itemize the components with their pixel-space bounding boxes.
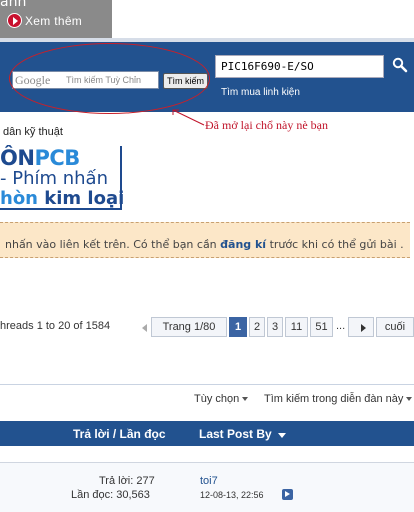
last-post-date: 12-08-13, 22:56 [200, 490, 264, 500]
ad-line-1: ÔNPCB [0, 146, 80, 170]
page-link-3[interactable]: 3 [267, 317, 283, 337]
register-link[interactable]: đăng kí [220, 238, 266, 251]
toolbar-divider [0, 384, 414, 385]
next-page-icon [361, 324, 366, 332]
go-to-last-post-icon[interactable] [282, 489, 293, 500]
chevron-down-icon [242, 397, 249, 402]
last-page-link[interactable]: cuối [376, 317, 414, 337]
part-search-input[interactable]: PIC16F690-E/SO [215, 55, 384, 78]
column-last-post[interactable]: Last Post By [199, 427, 272, 441]
ad-line-3: hòn kim loại [0, 188, 125, 209]
page-link-51[interactable]: 51 [310, 317, 333, 337]
sort-desc-icon[interactable] [278, 433, 286, 438]
page-link-1[interactable]: 1 [229, 317, 247, 337]
options-menu[interactable]: Tùy chọn [194, 393, 249, 405]
table-row [0, 463, 414, 512]
search-icon[interactable] [392, 57, 408, 73]
page-link-11[interactable]: 11 [285, 317, 308, 337]
banner-blank-area [112, 0, 414, 38]
ad-line-2: - Phím nhấn [0, 168, 108, 189]
xem-them-link[interactable]: Xem thêm [25, 14, 82, 28]
thread-count: hreads 1 to 20 of 1584 [0, 320, 111, 332]
page-of-label[interactable]: Trang 1/80 [151, 317, 227, 337]
last-poster-link[interactable]: toi7 [200, 475, 218, 487]
forum-subtitle: dân kỹ thuật [3, 126, 63, 138]
prev-page-icon[interactable] [142, 324, 147, 332]
banner-partial-text: anh [0, 0, 27, 10]
column-replies-views[interactable]: Trả lời / Lần đọc [73, 427, 166, 441]
search-forum-menu[interactable]: Tìm kiếm trong diễn đàn này [264, 393, 413, 405]
reply-count: Trả lời: 277 [99, 475, 155, 487]
guest-notice-text: nhấn vào liên kết trên. Có thể bạn cần đ… [5, 238, 404, 251]
annotation-arrow-icon [172, 109, 205, 126]
view-count: Lần đọc: 30,563 [71, 489, 150, 501]
page-ellipsis: ... [336, 320, 346, 332]
annotation-text: Đã mở lại chổ này nè bạn [205, 118, 328, 132]
buy-parts-link[interactable]: Tìm mua linh kiện [221, 87, 300, 98]
annotation-ellipse [9, 43, 210, 114]
page-link-2[interactable]: 2 [249, 317, 265, 337]
chevron-down-icon [406, 397, 413, 402]
play-icon[interactable] [7, 13, 22, 28]
